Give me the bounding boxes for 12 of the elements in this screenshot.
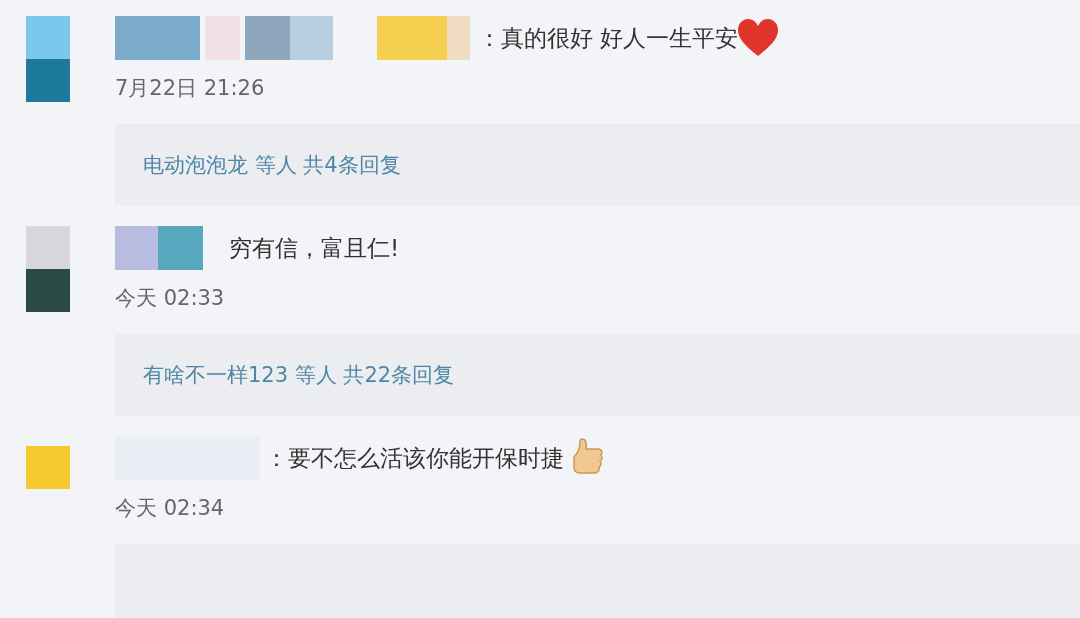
comment-time: 今天 02:34 (115, 495, 225, 522)
comment-time: 今天 02:33 (115, 285, 225, 312)
heart-icon (736, 18, 781, 58)
comment-time: 7月22日 21:26 (115, 75, 265, 102)
reply-summary-link[interactable]: 有啥不一样123 等人 共22条回复 (143, 361, 455, 389)
comment-text: ：真的很好 好人一生平安 (478, 23, 739, 53)
reply-summary[interactable]: 有啥不一样123 等人 共22条回复 (115, 334, 1080, 416)
avatar[interactable] (26, 226, 70, 312)
reply-summary-link[interactable]: 电动泡泡龙 等人 共4条回复 (143, 151, 401, 179)
comment-text: ：要不怎么活该你能开保时捷 (265, 443, 564, 473)
comment-text: 穷有信，富且仁! (229, 233, 400, 263)
reply-summary[interactable]: 电动泡泡龙 等人 共4条回复 (115, 124, 1080, 206)
